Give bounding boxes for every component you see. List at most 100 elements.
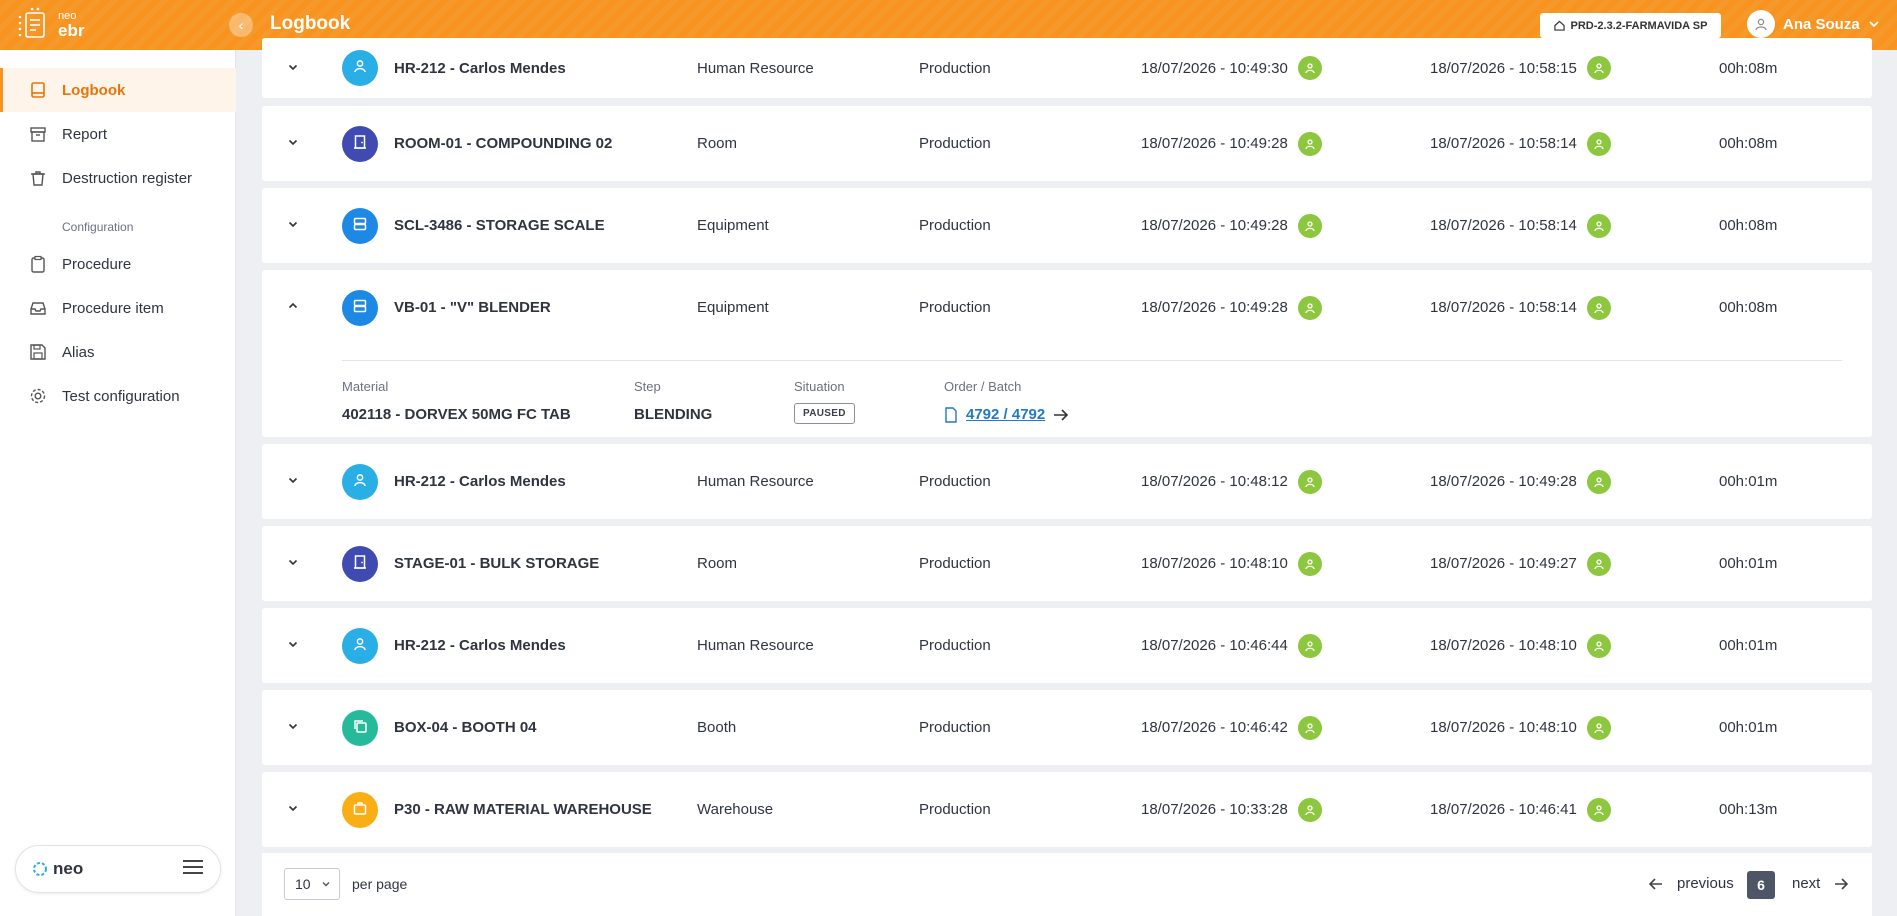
resource-area: Production — [919, 59, 991, 77]
start-time: 18/07/2026 - 10:49:28 — [1141, 188, 1322, 263]
end-time: 18/07/2026 - 10:58:14 — [1430, 188, 1611, 263]
user-check-icon[interactable] — [1297, 797, 1322, 822]
user-check-icon[interactable] — [1297, 469, 1322, 494]
user-menu[interactable]: Ana Souza — [1747, 10, 1880, 38]
arrow-right-icon[interactable] — [1053, 408, 1069, 421]
chevron-down-icon — [287, 637, 299, 654]
sidebar-item-logbook[interactable]: Logbook — [0, 68, 236, 112]
start-time: 18/07/2026 - 10:49:28 — [1141, 106, 1322, 181]
resource-icon — [342, 690, 378, 765]
per-page-label: per page — [352, 876, 408, 892]
user-check-icon[interactable] — [1586, 213, 1611, 238]
sidebar-item-label: Procedure item — [62, 299, 164, 317]
collapse-sidebar-button[interactable]: ‹ — [229, 13, 253, 37]
sidebar: Logbook Report Destruction register Conf… — [0, 50, 236, 916]
user-check-icon[interactable] — [1297, 131, 1322, 156]
table-row[interactable]: ROOM-01 - COMPOUNDING 02 Room Production 18… — [262, 106, 1872, 181]
chevron-down-icon — [287, 473, 299, 490]
expand-toggle[interactable] — [284, 270, 302, 345]
user-check-icon[interactable] — [1586, 295, 1611, 320]
start-time: 18/07/2026 - 10:49:30 — [1141, 38, 1322, 98]
detail-value: 402118 - DORVEX 50MG FC TAB — [342, 406, 571, 423]
start-time-text: 18/07/2026 - 10:49:28 — [1141, 135, 1288, 152]
footer-logo-text: neo — [53, 859, 84, 878]
expand-toggle[interactable] — [284, 772, 302, 847]
user-check-icon[interactable] — [1586, 469, 1611, 494]
resource-name: HR-212 - Carlos Mendes — [394, 637, 566, 654]
previous-label: previous — [1677, 875, 1734, 892]
table-row[interactable]: P30 - RAW MATERIAL WAREHOUSE Warehouse Pro… — [262, 772, 1872, 847]
next-label: next — [1792, 875, 1821, 892]
user-check-icon[interactable] — [1297, 295, 1322, 320]
user-check-icon[interactable] — [1586, 56, 1611, 80]
table-row[interactable]: BOX-04 - BOOTH 04 Booth Production 18/07/20… — [262, 690, 1872, 765]
current-page[interactable]: 6 — [1747, 871, 1775, 899]
expand-toggle[interactable] — [284, 188, 302, 263]
resource-icon — [342, 106, 378, 181]
start-time-text: 18/07/2026 - 10:48:10 — [1141, 555, 1288, 572]
table-row[interactable]: SCL-3486 - STORAGE SCALE Equipment Product… — [262, 188, 1872, 263]
sidebar-item-alias[interactable]: Alias — [0, 330, 236, 374]
sidebar-item-label: Procedure — [62, 255, 132, 273]
expand-toggle[interactable] — [284, 38, 302, 98]
chevron-down-icon — [287, 555, 299, 572]
order-batch-link[interactable]: 4792 / 4792 — [966, 406, 1045, 423]
sidebar-item-destruction-register[interactable]: Destruction register — [0, 156, 236, 200]
resource-icon — [342, 188, 378, 263]
table-row[interactable]: HR-212 - Carlos Mendes Human Resource Prod… — [262, 608, 1872, 683]
row-details: Material 402118 - DORVEX 50MG FC TAB Step B… — [342, 360, 1842, 440]
expand-toggle[interactable] — [284, 526, 302, 601]
person-icon — [352, 472, 368, 492]
user-check-icon[interactable] — [1586, 551, 1611, 576]
user-check-icon[interactable] — [1297, 56, 1322, 80]
table-row[interactable]: HR-212 - Carlos Mendes Human Resource Prod… — [262, 444, 1872, 519]
user-check-icon[interactable] — [1297, 633, 1322, 658]
neo-logo: neo — [32, 859, 83, 879]
book-icon — [28, 80, 48, 100]
end-time-text: 18/07/2026 - 10:58:15 — [1430, 59, 1577, 77]
detail-value: BLENDING — [634, 406, 713, 423]
menu-button[interactable] — [182, 859, 204, 879]
table-row[interactable]: VB-01 - "V" BLENDER Equipment Production 18… — [262, 270, 1872, 437]
start-time-text: 18/07/2026 - 10:49:28 — [1141, 299, 1288, 316]
expand-toggle[interactable] — [284, 444, 302, 519]
resource-area: Production — [919, 473, 991, 490]
end-time-text: 18/07/2026 - 10:46:41 — [1430, 801, 1577, 818]
user-check-icon[interactable] — [1586, 633, 1611, 658]
user-check-icon[interactable] — [1297, 213, 1322, 238]
resource-area: Production — [919, 801, 991, 818]
environment-selector[interactable]: PRD-2.3.2-FARMAVIDA SP — [1540, 13, 1721, 38]
sidebar-item-report[interactable]: Report — [0, 112, 236, 156]
archive-icon — [28, 124, 48, 144]
user-check-icon[interactable] — [1297, 715, 1322, 740]
chevron-left-icon: ‹ — [238, 17, 244, 33]
end-time: 18/07/2026 - 10:49:28 — [1430, 444, 1611, 519]
app-logo[interactable]: neo ebr — [16, 6, 86, 44]
save-icon — [28, 342, 48, 362]
user-check-icon[interactable] — [1586, 131, 1611, 156]
expand-toggle[interactable] — [284, 106, 302, 181]
resource-area: Production — [919, 299, 991, 316]
table-row[interactable]: STAGE-01 - BULK STORAGE Room Production 18/… — [262, 526, 1872, 601]
sidebar-item-procedure[interactable]: Procedure — [0, 242, 236, 286]
logo-icon — [16, 7, 52, 43]
expand-toggle[interactable] — [284, 608, 302, 683]
resource-name: VB-01 - "V" BLENDER — [394, 299, 551, 316]
sidebar-item-procedure-item[interactable]: Procedure item — [0, 286, 236, 330]
user-check-icon[interactable] — [1586, 797, 1611, 822]
table-row[interactable]: HR-212 - Carlos Mendes Human Resource Prod… — [262, 38, 1872, 98]
duration: 00h:08m — [1719, 217, 1778, 234]
per-page-select[interactable]: 10 — [284, 868, 340, 900]
sidebar-footer: neo — [15, 845, 221, 893]
status-badge: PAUSED — [794, 403, 855, 424]
resource-type: Equipment — [697, 217, 769, 234]
next-page-button[interactable]: next — [1792, 875, 1849, 892]
resource-area: Production — [919, 135, 991, 152]
user-check-icon[interactable] — [1586, 715, 1611, 740]
previous-page-button[interactable]: previous — [1649, 875, 1734, 892]
expand-toggle[interactable] — [284, 690, 302, 765]
sidebar-item-test-configuration[interactable]: Test configuration — [0, 374, 236, 418]
server-icon — [352, 298, 368, 318]
detail-order-batch: Order / Batch 4792 / 4792 — [944, 379, 1069, 423]
user-check-icon[interactable] — [1297, 551, 1322, 576]
